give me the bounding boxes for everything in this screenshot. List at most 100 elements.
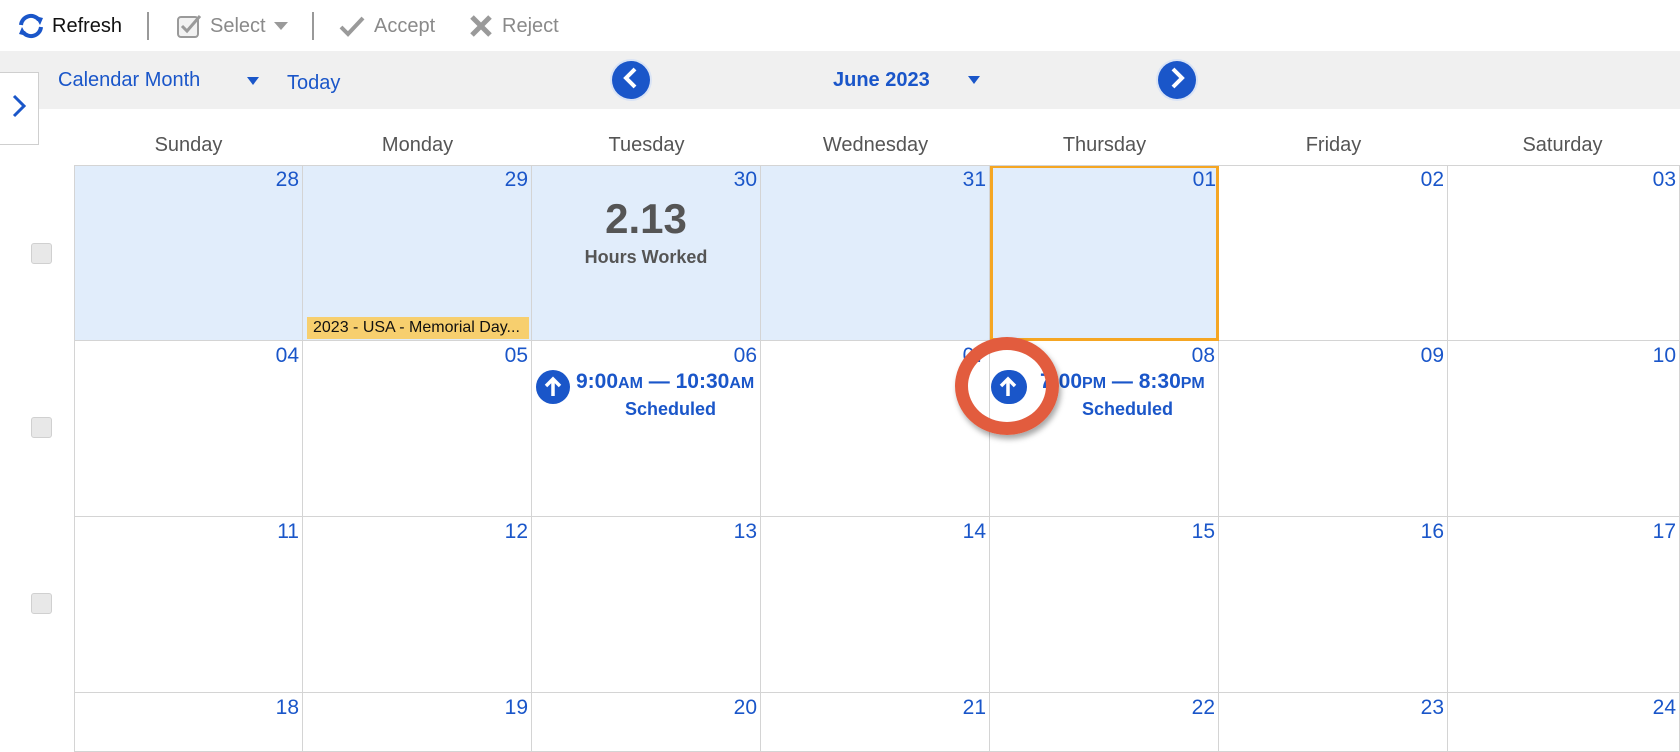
day-cell[interactable]: 06 9:00AM — 10:30AM Scheduled bbox=[532, 341, 761, 517]
weekday-header: Saturday bbox=[1522, 134, 1603, 156]
day-number: 19 bbox=[504, 696, 528, 719]
select-checkbox-icon bbox=[176, 12, 204, 40]
event-status[interactable]: Scheduled bbox=[1082, 399, 1173, 420]
day-cell[interactable]: 24 bbox=[1448, 693, 1680, 752]
day-cell[interactable]: 04 bbox=[74, 341, 303, 517]
day-number: 20 bbox=[733, 696, 757, 719]
chevron-right-icon bbox=[11, 93, 27, 124]
day-number: 02 bbox=[1420, 168, 1444, 191]
month-title[interactable]: June 2023 bbox=[833, 69, 930, 92]
day-cell[interactable]: 31 bbox=[761, 165, 990, 341]
holiday-event[interactable]: 2023 - USA - Memorial Day... bbox=[307, 317, 529, 339]
day-number: 14 bbox=[962, 520, 986, 543]
day-cell[interactable]: 17 bbox=[1448, 517, 1680, 693]
day-cell[interactable]: 10 bbox=[1448, 341, 1680, 517]
day-number: 09 bbox=[1420, 344, 1444, 367]
month-dropdown-caret-icon[interactable] bbox=[968, 76, 980, 84]
day-cell[interactable]: 18 bbox=[74, 693, 303, 752]
day-number: 16 bbox=[1420, 520, 1444, 543]
upload-arrow-icon[interactable] bbox=[536, 370, 570, 404]
week-row-checkbox[interactable] bbox=[31, 593, 52, 614]
weekday-header: Tuesday bbox=[608, 134, 685, 156]
day-cell[interactable]: 14 bbox=[761, 517, 990, 693]
upload-arrow-icon[interactable] bbox=[991, 370, 1025, 404]
day-cell[interactable]: 30 2.13 Hours Worked bbox=[532, 165, 761, 341]
day-cell[interactable]: 16 bbox=[1219, 517, 1448, 693]
day-number: 17 bbox=[1652, 520, 1676, 543]
weekday-header: Friday bbox=[1305, 134, 1362, 156]
accept-button[interactable]: Accept bbox=[338, 12, 435, 40]
refresh-label: Refresh bbox=[52, 14, 123, 37]
day-number: 12 bbox=[504, 520, 528, 543]
day-number: 15 bbox=[1191, 520, 1215, 543]
day-cell[interactable]: 28 bbox=[74, 165, 303, 341]
refresh-icon bbox=[16, 13, 46, 39]
calendar-grid: 28 29 2023 - USA - Memorial Day... 30 2.… bbox=[74, 165, 1680, 752]
day-cell[interactable]: 09 bbox=[1219, 341, 1448, 517]
day-cell[interactable]: 29 2023 - USA - Memorial Day... bbox=[303, 165, 532, 341]
day-number: 29 bbox=[504, 168, 528, 191]
chevron-down-icon bbox=[273, 21, 288, 31]
day-cell[interactable]: 15 bbox=[990, 517, 1219, 693]
day-number: 30 bbox=[733, 168, 757, 191]
refresh-button[interactable]: Refresh bbox=[16, 12, 122, 40]
day-number: 23 bbox=[1420, 696, 1444, 719]
event-time[interactable]: 7:00PM — 8:30PM bbox=[1040, 370, 1205, 394]
view-dropdown-caret-icon[interactable] bbox=[247, 77, 259, 85]
prev-month-button[interactable] bbox=[612, 61, 650, 99]
day-number: 21 bbox=[962, 696, 986, 719]
day-number: 13 bbox=[733, 520, 757, 543]
day-cell[interactable]: 12 bbox=[303, 517, 532, 693]
grid-border bbox=[74, 165, 1680, 166]
day-number: 22 bbox=[1191, 696, 1215, 719]
day-cell[interactable]: 03 bbox=[1448, 165, 1680, 341]
day-number: 04 bbox=[275, 344, 299, 367]
weekday-header: Wednesday bbox=[822, 134, 929, 156]
grid-border bbox=[74, 165, 75, 752]
day-cell[interactable]: 23 bbox=[1219, 693, 1448, 752]
event-time[interactable]: 9:00AM — 10:30AM bbox=[576, 370, 754, 394]
toolbar-divider bbox=[312, 12, 314, 40]
day-number: 24 bbox=[1652, 696, 1676, 719]
chevron-left-icon bbox=[622, 67, 640, 94]
day-number: 31 bbox=[962, 168, 986, 191]
day-number: 06 bbox=[733, 344, 757, 367]
day-cell[interactable]: 02 bbox=[1219, 165, 1448, 341]
hours-worked-value: 2.13 bbox=[605, 195, 687, 242]
hours-worked-label: Hours Worked bbox=[584, 247, 708, 267]
checkmark-icon bbox=[338, 14, 366, 38]
day-number: 11 bbox=[277, 520, 299, 543]
sidebar-toggle[interactable] bbox=[0, 72, 39, 145]
week-row-checkbox[interactable] bbox=[31, 243, 52, 264]
day-number: 28 bbox=[275, 168, 299, 191]
chevron-right-icon bbox=[1168, 67, 1186, 94]
today-link[interactable]: Today bbox=[287, 72, 340, 95]
next-month-button[interactable] bbox=[1158, 61, 1196, 99]
accept-label: Accept bbox=[374, 14, 436, 37]
weekday-header: Sunday bbox=[154, 134, 223, 156]
reject-label: Reject bbox=[502, 14, 559, 37]
day-cell[interactable]: 20 bbox=[532, 693, 761, 752]
reject-button[interactable]: Reject bbox=[468, 12, 559, 40]
view-selector[interactable]: Calendar Month bbox=[58, 69, 200, 92]
day-cell[interactable]: 11 bbox=[74, 517, 303, 693]
day-number: 05 bbox=[504, 344, 528, 367]
day-cell[interactable]: 07 bbox=[761, 341, 990, 517]
event-status[interactable]: Scheduled bbox=[625, 399, 716, 420]
toolbar: Refresh Select Accept Reject bbox=[0, 0, 1680, 50]
day-cell[interactable]: 05 bbox=[303, 341, 532, 517]
day-number: 08 bbox=[1191, 344, 1215, 367]
day-cell[interactable]: 21 bbox=[761, 693, 990, 752]
day-cell[interactable]: 22 bbox=[990, 693, 1219, 752]
toolbar-divider bbox=[147, 12, 149, 40]
day-number: 10 bbox=[1652, 344, 1676, 367]
day-number: 01 bbox=[1192, 168, 1216, 191]
day-cell[interactable]: 13 bbox=[532, 517, 761, 693]
day-cell[interactable]: 19 bbox=[303, 693, 532, 752]
x-icon bbox=[468, 14, 494, 38]
select-dropdown[interactable]: Select bbox=[176, 12, 288, 40]
weekday-header: Thursday bbox=[1062, 134, 1147, 156]
select-label: Select bbox=[210, 14, 266, 37]
day-cell-today[interactable]: 01 bbox=[990, 165, 1219, 341]
week-row-checkbox[interactable] bbox=[31, 417, 52, 438]
